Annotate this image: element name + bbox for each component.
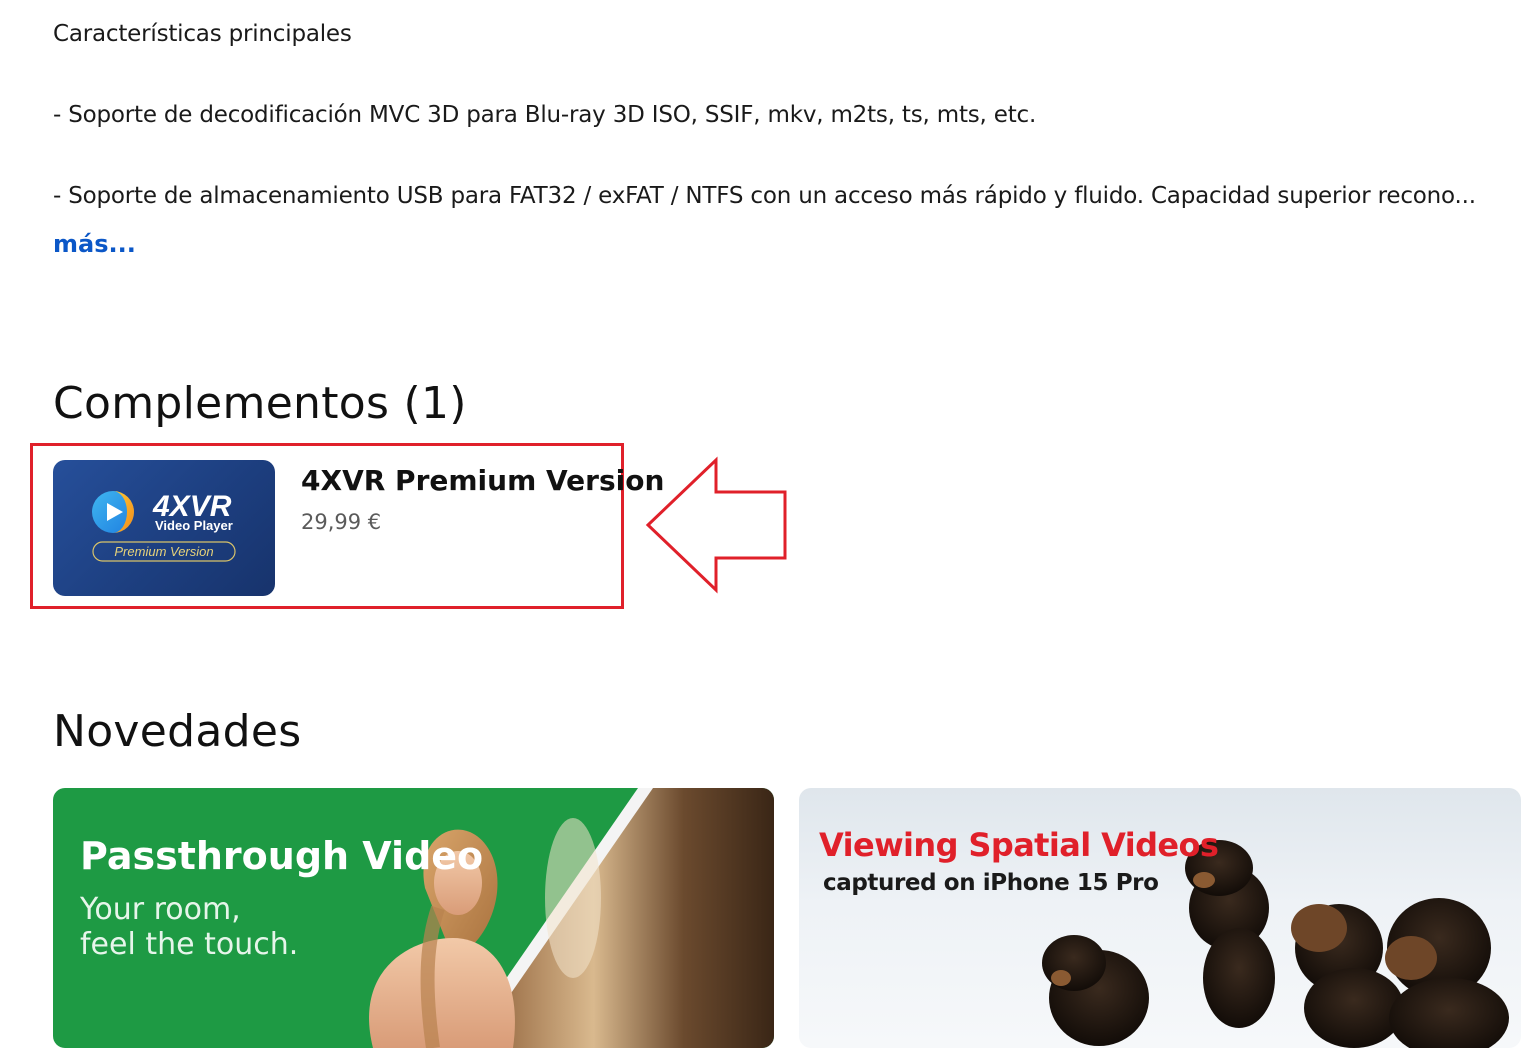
- description-section: Características principales - Soporte de…: [53, 14, 1513, 216]
- more-link[interactable]: más...: [53, 230, 136, 258]
- left-arrow-annotation-icon: [645, 456, 787, 594]
- addon-name: 4XVR Premium Version: [301, 464, 665, 497]
- subtitle-line: feel the touch.: [80, 927, 299, 962]
- news-card-title: Viewing Spatial Videos: [819, 826, 1219, 864]
- addon-card[interactable]: 4XVR Video Player Premium Version 4XVR P…: [53, 460, 664, 596]
- thumb-subtitle: Video Player: [155, 518, 233, 533]
- feature-bullet: - Soporte de decodificación MVC 3D para …: [53, 102, 1037, 128]
- 4xvr-logo-icon: 4XVR Video Player Premium Version: [92, 490, 236, 562]
- addon-price: 29,99 €: [301, 510, 382, 534]
- news-card-subtitle: captured on iPhone 15 Pro: [823, 870, 1159, 896]
- news-card-spatial-videos[interactable]: Viewing Spatial Videos captured on iPhon…: [799, 788, 1521, 1048]
- thumb-badge: Premium Version: [114, 544, 213, 559]
- news-card-subtitle: Your room, feel the touch.: [80, 892, 298, 962]
- addons-section-title: Complementos (1): [53, 378, 467, 429]
- news-card-passthrough[interactable]: Passthrough Video Your room, feel the to…: [53, 788, 774, 1048]
- feature-bullet: - Soporte de almacenamiento USB para FAT…: [53, 183, 1476, 209]
- addon-thumbnail: 4XVR Video Player Premium Version: [53, 460, 275, 596]
- features-heading: Características principales: [53, 21, 352, 47]
- subtitle-line: Your room,: [80, 892, 241, 927]
- news-card-title: Passthrough Video: [80, 834, 484, 878]
- news-section-title: Novedades: [53, 706, 302, 757]
